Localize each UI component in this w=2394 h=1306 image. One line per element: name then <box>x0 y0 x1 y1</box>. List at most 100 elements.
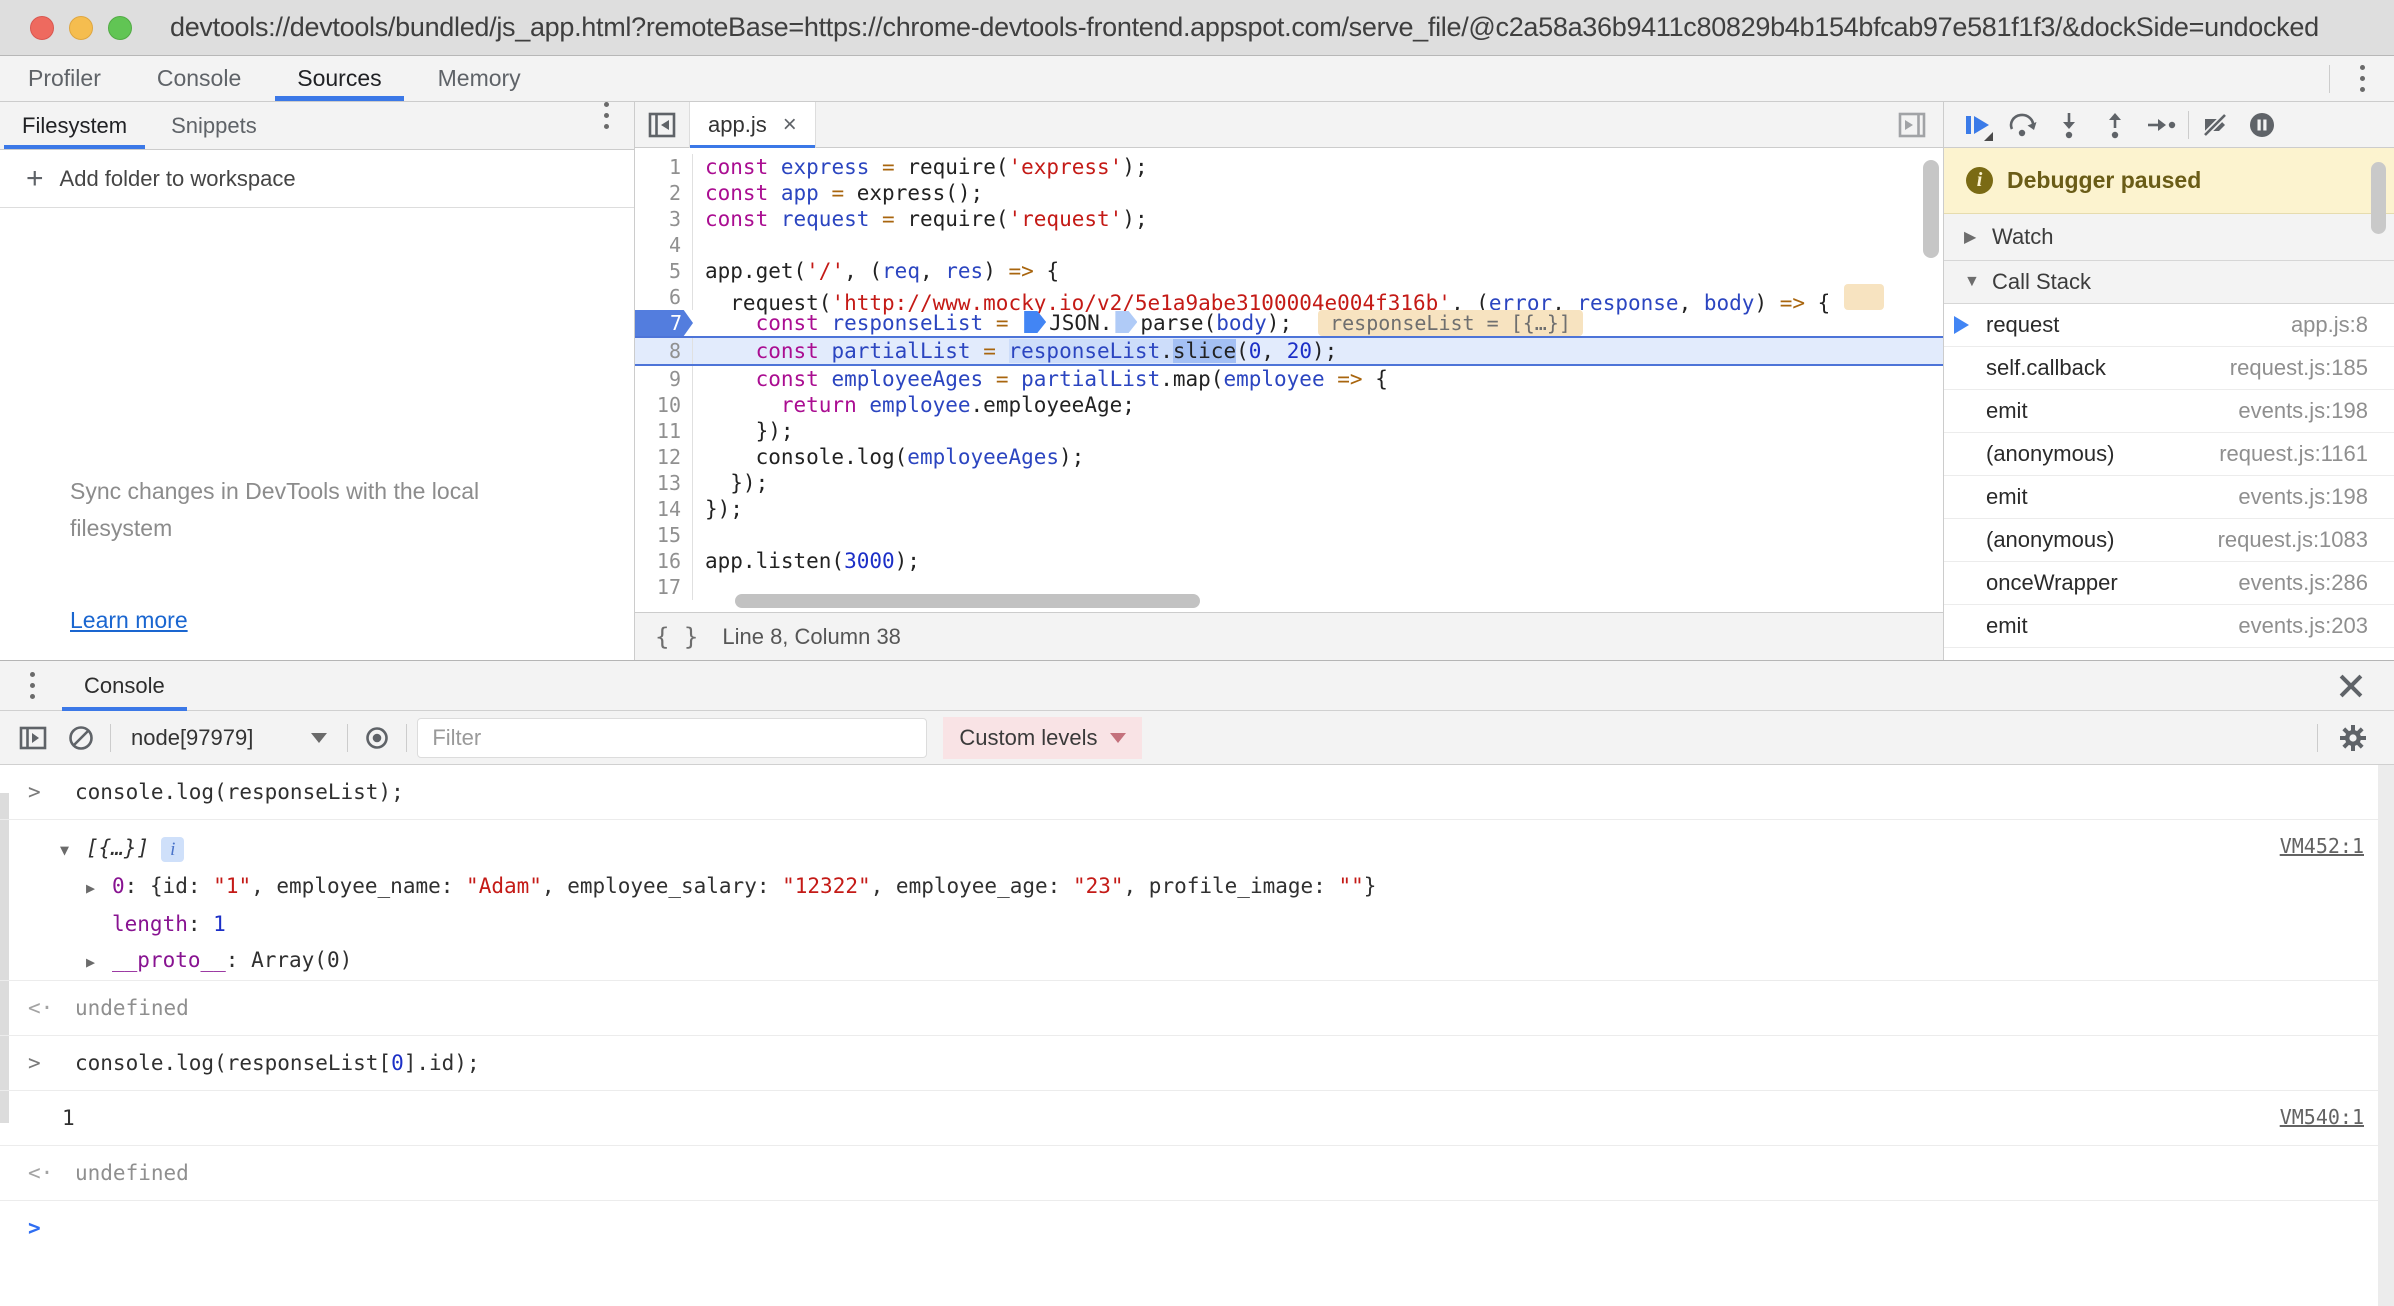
step-into-button[interactable] <box>2050 106 2088 144</box>
call-stack-frame[interactable]: requestapp.js:8 <box>1944 304 2394 347</box>
tab-sources[interactable]: Sources <box>269 56 409 101</box>
source-link[interactable]: VM452:1 <box>2280 832 2364 860</box>
close-drawer-icon[interactable] <box>2336 671 2366 701</box>
call-stack-frame[interactable]: self.callbackrequest.js:185 <box>1944 347 2394 390</box>
line-number[interactable]: 13 <box>635 470 693 496</box>
pause-on-exceptions-button[interactable] <box>2243 106 2281 144</box>
line-number[interactable]: 1 <box>635 154 693 180</box>
line-number[interactable]: 12 <box>635 444 693 470</box>
tab-memory[interactable]: Memory <box>410 56 549 101</box>
editor-tab-appjs[interactable]: app.js × <box>689 102 816 148</box>
close-tab-icon[interactable]: × <box>783 113 797 137</box>
code-line: 2const app = express(); <box>635 180 1943 206</box>
info-icon: i <box>1966 167 1993 194</box>
zoom-window-icon[interactable] <box>108 16 132 40</box>
continue-to-here-badge[interactable] <box>1024 311 1046 333</box>
call-stack-frame[interactable]: emitevents.js:198 <box>1944 390 2394 433</box>
console-prompt-icon[interactable]: > <box>28 1214 41 1242</box>
line-number[interactable]: 2 <box>635 180 693 206</box>
clear-console-icon[interactable] <box>62 719 100 757</box>
minimize-window-icon[interactable] <box>69 16 93 40</box>
console-messages[interactable]: >console.log(responseList);▼[{…}]iVM452:… <box>0 765 2394 1306</box>
current-frame-arrow-icon <box>1954 316 1969 334</box>
tab-snippets[interactable]: Snippets <box>149 102 279 149</box>
context-selector[interactable]: node[97979] <box>121 725 337 751</box>
step-button[interactable] <box>2142 106 2180 144</box>
line-number[interactable]: 11 <box>635 418 693 444</box>
expand-triangle-icon[interactable]: ▼ <box>60 836 86 864</box>
hide-navigator-icon[interactable] <box>645 110 679 140</box>
add-folder-button[interactable]: + Add folder to workspace <box>0 150 634 208</box>
line-number[interactable]: 6 <box>635 284 693 310</box>
frame-function: onceWrapper <box>1986 570 2118 596</box>
call-stack-frame[interactable]: emitevents.js:203 <box>1944 605 2394 648</box>
more-options-icon[interactable] <box>2344 65 2380 92</box>
learn-more-link[interactable]: Learn more <box>70 607 188 634</box>
code-editor[interactable]: 1const express = require('express');2con… <box>635 148 1943 612</box>
navigator-tab-bar: Filesystem Snippets <box>0 102 634 150</box>
filter-input[interactable] <box>417 718 927 758</box>
tab-profiler[interactable]: Profiler <box>0 56 129 101</box>
line-number[interactable]: 14 <box>635 496 693 522</box>
pretty-print-icon[interactable]: { } <box>655 623 698 651</box>
navigator-empty-state: Sync changes in DevTools with the local … <box>0 208 634 660</box>
call-stack-section-header[interactable]: ▼ Call Stack <box>1944 261 2394 304</box>
expand-triangle-icon[interactable]: ▶ <box>86 948 112 976</box>
code-text <box>693 522 1943 548</box>
code-text: const responseList = JSON.parse(body);re… <box>693 310 1943 336</box>
console-sidebar-toggle-icon[interactable] <box>14 719 52 757</box>
line-number[interactable]: 5 <box>635 258 693 284</box>
drawer-more-options-icon[interactable] <box>14 672 50 699</box>
step-out-button[interactable] <box>2096 106 2134 144</box>
console-row: length: 1 <box>0 906 2394 942</box>
add-folder-label: Add folder to workspace <box>60 166 296 192</box>
line-number[interactable]: 10 <box>635 392 693 418</box>
line-number[interactable]: 15 <box>635 522 693 548</box>
editor-status-bar: { } Line 8, Column 38 <box>635 612 1943 660</box>
chevron-right-icon: ▶ <box>1964 227 1984 247</box>
tab-console[interactable]: Console <box>129 56 269 101</box>
call-stack-frame[interactable]: (anonymous)request.js:1161 <box>1944 433 2394 476</box>
continue-to-here-badge[interactable] <box>1115 311 1137 333</box>
console-toolbar: node[97979] Custom levels <box>0 711 2394 765</box>
watch-label: Watch <box>1992 224 2054 250</box>
close-window-icon[interactable] <box>30 16 54 40</box>
code-line: 14}); <box>635 496 1943 522</box>
line-number[interactable]: 3 <box>635 206 693 232</box>
call-stack-frame[interactable]: (anonymous)request.js:1083 <box>1944 519 2394 562</box>
source-link[interactable]: VM540:1 <box>2280 1103 2364 1131</box>
cursor-position: Line 8, Column 38 <box>722 624 901 650</box>
deactivate-breakpoints-button[interactable] <box>2197 106 2235 144</box>
vertical-scrollbar[interactable] <box>1923 160 1939 600</box>
divider <box>2188 111 2189 139</box>
sidebar-scrollbar[interactable] <box>2371 162 2386 234</box>
step-over-button[interactable] <box>2004 106 2042 144</box>
editor-tab-label: app.js <box>708 112 767 138</box>
navigator-more-options-icon[interactable] <box>588 102 624 149</box>
code-text: const express = require('express'); <box>693 154 1943 180</box>
breakpoint-marker[interactable]: 7 <box>635 310 693 336</box>
watch-section-header[interactable]: ▶ Watch <box>1944 214 2394 261</box>
custom-levels-dropdown[interactable]: Custom levels <box>943 717 1141 759</box>
frame-location: request.js:185 <box>2230 355 2368 381</box>
console-tab[interactable]: Console <box>58 661 191 711</box>
expand-triangle-icon[interactable]: ▶ <box>86 874 112 902</box>
code-line: 15 <box>635 522 1943 548</box>
line-number[interactable]: 16 <box>635 548 693 574</box>
line-number[interactable]: 8 <box>635 338 693 364</box>
console-settings-gear-icon[interactable] <box>2334 719 2372 757</box>
code-text: const partialList = responseList.slice(0… <box>693 338 1943 364</box>
call-stack-frame[interactable]: emitevents.js:198 <box>1944 476 2394 519</box>
console-tab-label: Console <box>84 673 165 699</box>
line-number[interactable]: 4 <box>635 232 693 258</box>
line-number[interactable]: 17 <box>635 574 693 600</box>
line-number[interactable]: 9 <box>635 366 693 392</box>
show-debugger-icon[interactable] <box>1895 110 1929 140</box>
call-stack-frame[interactable]: onceWrapperevents.js:286 <box>1944 562 2394 605</box>
long-press-indicator-icon <box>1984 132 1993 141</box>
horizontal-scrollbar[interactable] <box>693 592 1923 610</box>
frame-location: events.js:203 <box>2238 613 2368 639</box>
live-expression-eye-icon[interactable] <box>358 719 396 757</box>
tab-filesystem[interactable]: Filesystem <box>0 102 149 149</box>
resume-button[interactable] <box>1958 106 1996 144</box>
